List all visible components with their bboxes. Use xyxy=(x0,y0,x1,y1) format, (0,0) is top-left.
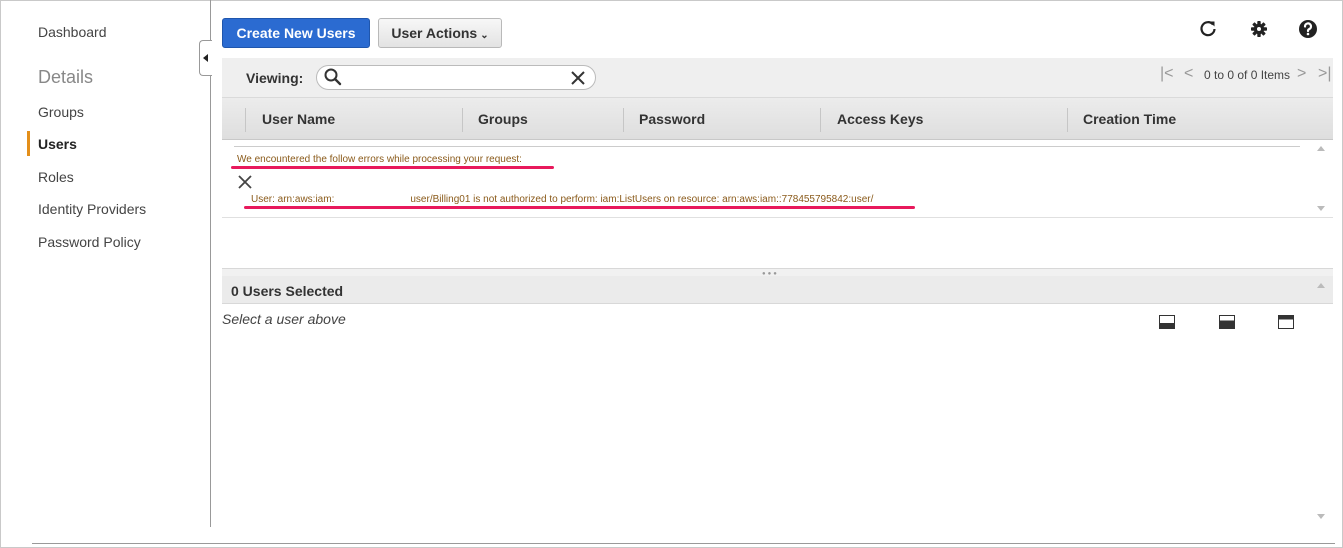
column-header-password[interactable]: Password xyxy=(639,111,705,127)
column-header-creation-time[interactable]: Creation Time xyxy=(1083,111,1176,127)
layout-bottom-panel-icon[interactable] xyxy=(1159,315,1175,329)
error-message: User: arn:aws:iam: user/Billing01 is not … xyxy=(251,194,873,205)
sidebar-item-groups[interactable]: Groups xyxy=(38,104,84,120)
active-indicator xyxy=(27,131,30,156)
chevron-down-icon: ⌄ xyxy=(480,30,489,41)
column-divider xyxy=(1067,108,1068,132)
last-page-icon[interactable]: >| xyxy=(1318,65,1332,83)
refresh-icon[interactable] xyxy=(1197,18,1219,40)
column-header-groups[interactable]: Groups xyxy=(478,111,528,127)
divider xyxy=(32,543,1335,544)
close-icon[interactable] xyxy=(237,174,253,190)
sidebar-collapse-toggle[interactable] xyxy=(199,40,212,76)
prev-page-icon[interactable]: < xyxy=(1184,65,1193,83)
error-message-prefix: User: arn:aws:iam: xyxy=(251,194,335,205)
select-user-hint: Select a user above xyxy=(222,311,346,327)
first-page-icon[interactable]: |< xyxy=(1160,65,1174,83)
column-divider xyxy=(820,108,821,132)
sidebar-item-password-policy[interactable]: Password Policy xyxy=(38,234,141,250)
error-message-box: We encountered the follow errors while p… xyxy=(222,140,1333,218)
viewing-bar: Viewing: |< < 0 to 0 of 0 Items > >| xyxy=(222,58,1333,98)
column-header-access-keys[interactable]: Access Keys xyxy=(837,111,923,127)
table-header: User Name Groups Password Access Keys Cr… xyxy=(222,98,1333,140)
sidebar: Dashboard Details Groups Users Roles Ide… xyxy=(0,0,211,527)
next-page-icon[interactable]: > xyxy=(1297,65,1306,83)
user-actions-button[interactable]: User Actions ⌄ xyxy=(378,18,502,48)
user-actions-label: User Actions xyxy=(391,25,478,41)
sidebar-section-heading: Details xyxy=(38,67,94,87)
column-divider xyxy=(462,108,463,132)
layout-top-panel-icon[interactable] xyxy=(1278,315,1294,329)
help-icon[interactable] xyxy=(1297,18,1319,40)
viewing-label: Viewing: xyxy=(246,70,304,86)
error-heading: We encountered the follow errors while p… xyxy=(237,154,522,165)
pager-text: 0 to 0 of 0 Items xyxy=(1204,68,1291,82)
detail-panel-header: 0 Users Selected xyxy=(222,276,1333,304)
selection-count-title: 0 Users Selected xyxy=(231,283,344,299)
scroll-up-arrow[interactable] xyxy=(1317,146,1325,151)
search-icon xyxy=(324,68,342,86)
panel-resize-handle[interactable]: ●●● xyxy=(222,268,1333,277)
sidebar-item-identity-providers[interactable]: Identity Providers xyxy=(38,201,146,217)
highlight-underline xyxy=(231,166,554,169)
scroll-down-arrow[interactable] xyxy=(1317,206,1325,211)
column-divider xyxy=(623,108,624,132)
error-message-suffix: user/Billing01 is not authorized to perf… xyxy=(410,194,874,205)
sidebar-item-users[interactable]: Users xyxy=(38,136,77,152)
column-divider xyxy=(245,108,246,132)
scroll-down-arrow[interactable] xyxy=(1317,514,1325,519)
divider xyxy=(234,146,1300,147)
clear-search-icon[interactable] xyxy=(570,70,586,86)
sidebar-item-dashboard[interactable]: Dashboard xyxy=(38,24,107,40)
scroll-up-arrow[interactable] xyxy=(1317,283,1325,288)
pager: |< < 0 to 0 of 0 Items > >| xyxy=(1160,65,1332,85)
create-new-users-button[interactable]: Create New Users xyxy=(222,18,370,48)
layout-split-panel-icon[interactable] xyxy=(1219,315,1235,329)
column-header-user-name[interactable]: User Name xyxy=(262,111,335,127)
sidebar-item-roles[interactable]: Roles xyxy=(38,169,74,185)
highlight-underline xyxy=(244,206,915,209)
gear-icon[interactable] xyxy=(1248,18,1270,40)
search-input[interactable] xyxy=(316,65,596,90)
